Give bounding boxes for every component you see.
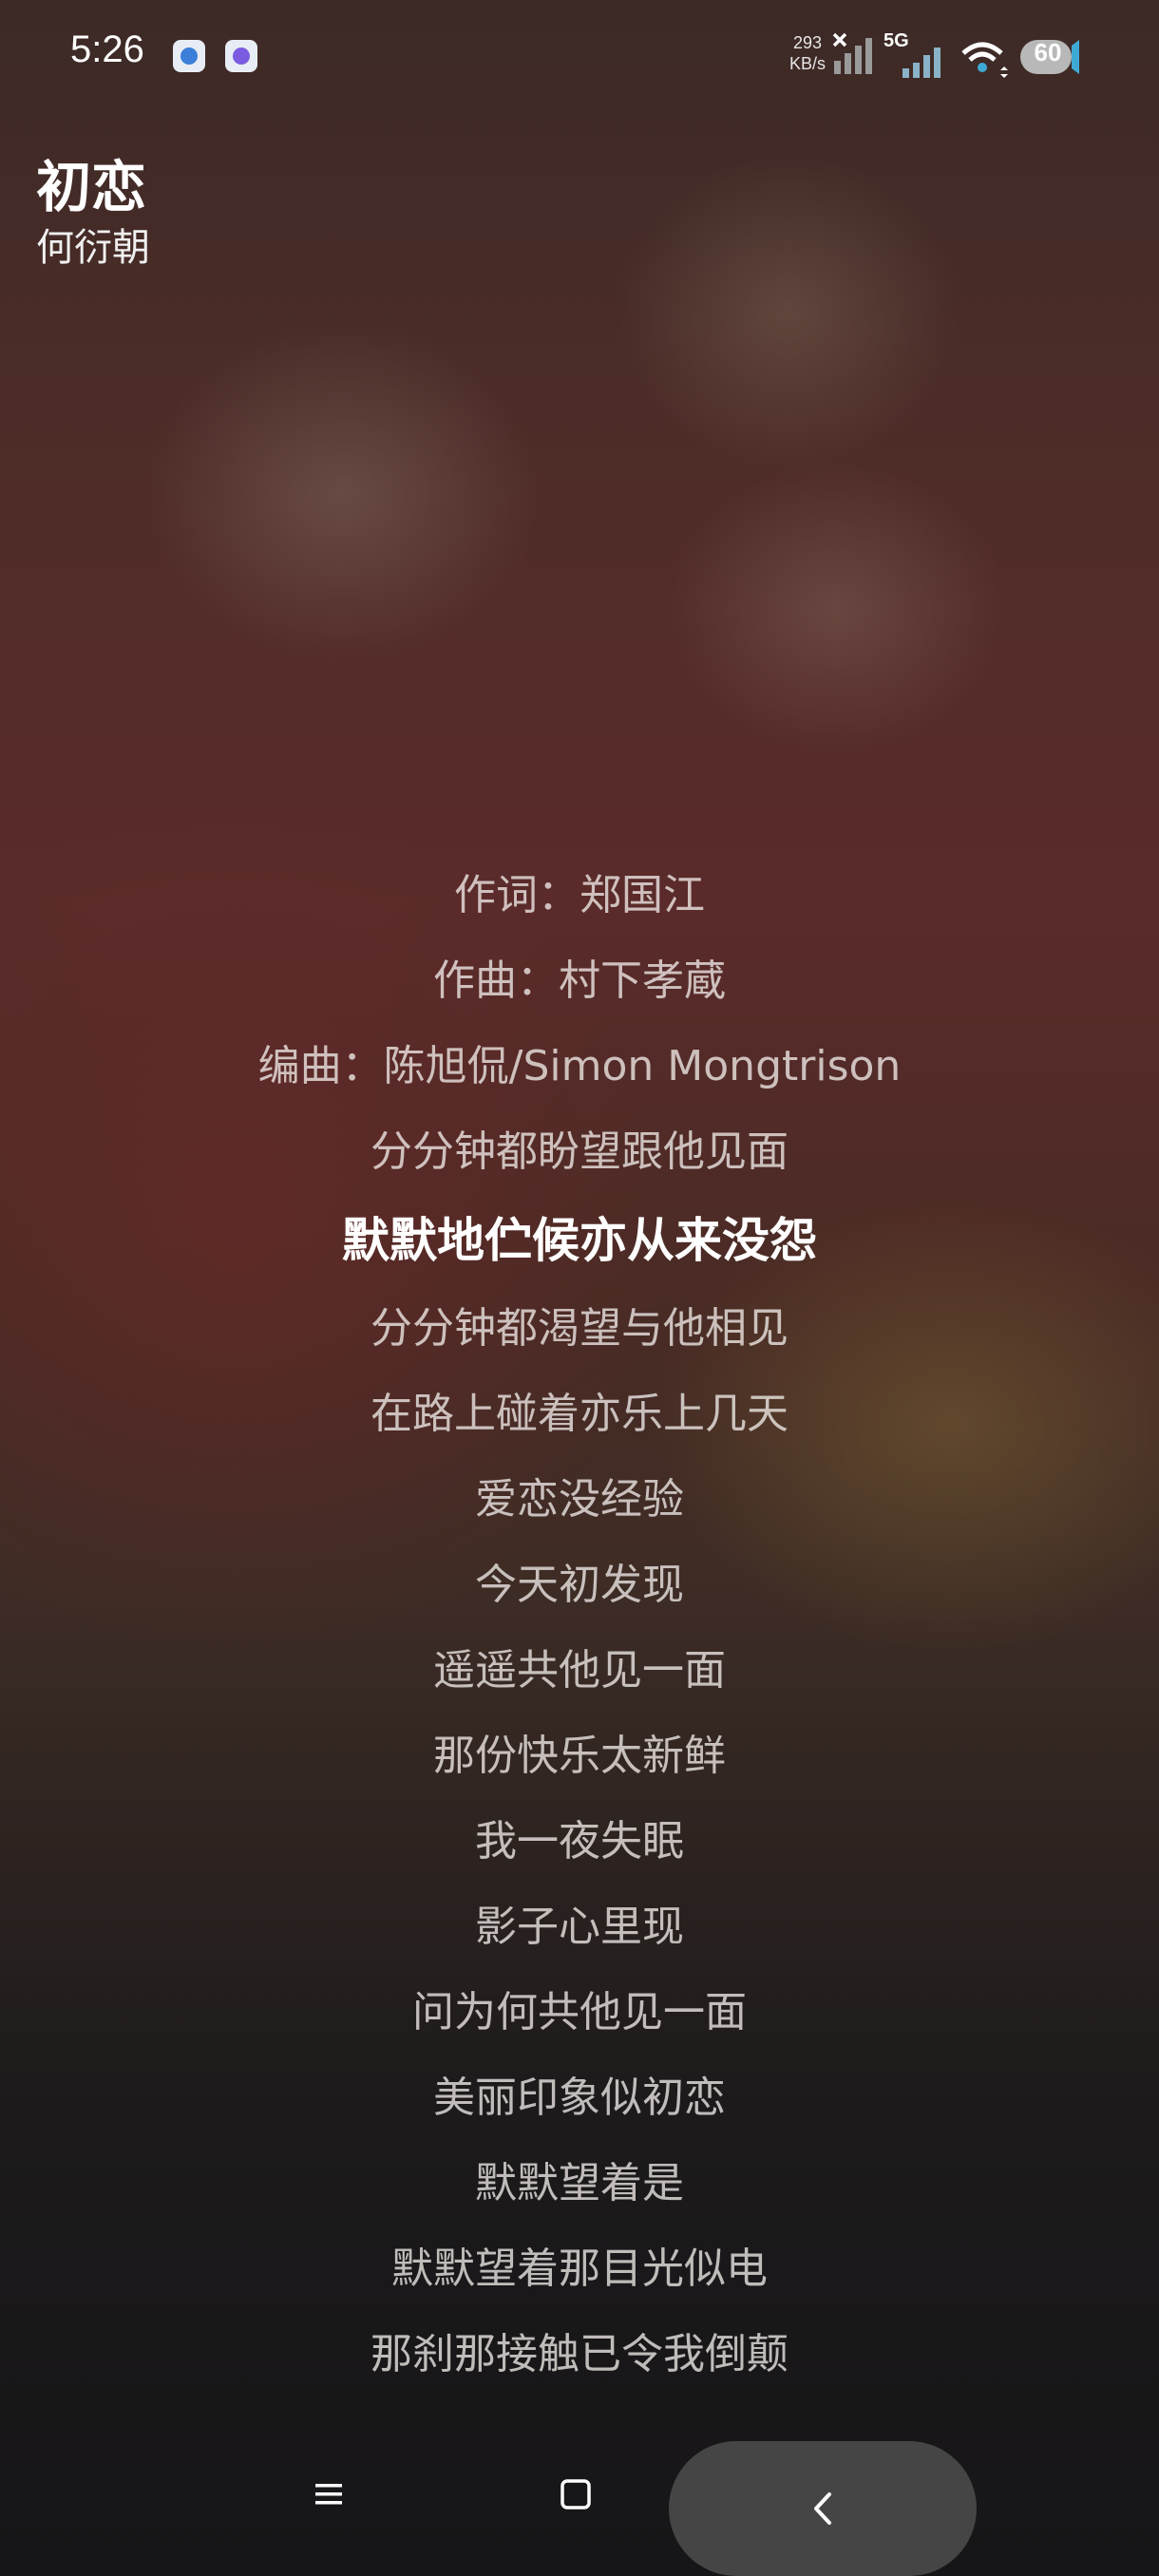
navigation-bar xyxy=(0,2432,1159,2576)
lyric-line-current[interactable]: 默默地伫候亦从来没怨 xyxy=(0,1195,1159,1286)
status-time: 5:26 xyxy=(70,28,144,70)
song-artist[interactable]: 何衍朝 xyxy=(36,217,150,272)
back-icon xyxy=(814,2492,831,2525)
lyric-line[interactable]: 那刹那接触已令我倒颠 xyxy=(0,2312,1159,2397)
lyric-line[interactable]: 分分钟都盼望跟他见面 xyxy=(0,1109,1159,1195)
lyric-line[interactable]: 分分钟都渴望与他相见 xyxy=(0,1286,1159,1372)
lyric-line[interactable]: 爱恋没经验 xyxy=(0,1457,1159,1543)
notification-app-icon-2 xyxy=(225,40,257,72)
status-bar: 5:26 293 KB/s 5G 60 xyxy=(0,0,1159,114)
network-speed: 293 KB/s xyxy=(788,33,826,73)
signal-disabled-icon xyxy=(832,32,872,74)
lyric-line[interactable]: 影子心里现 xyxy=(0,1885,1159,1970)
lyric-line[interactable]: 默默望着那目光似电 xyxy=(0,2226,1159,2312)
lyric-line[interactable]: 遥遥共他见一面 xyxy=(0,1628,1159,1714)
battery-level: 60 xyxy=(1034,38,1062,66)
notification-app-icon xyxy=(173,40,205,72)
lyric-line[interactable]: 编曲：陈旭侃/Simon Mongtrison xyxy=(0,1024,1159,1109)
menu-icon[interactable] xyxy=(300,2466,357,2523)
lyric-line[interactable]: 作曲：村下孝蔵 xyxy=(0,938,1159,1024)
lyric-line[interactable]: 今天初发现 xyxy=(0,1543,1159,1628)
lyric-line[interactable]: 默默望着是 xyxy=(0,2141,1159,2226)
lyric-line[interactable]: 作词：郑国江 xyxy=(0,853,1159,938)
wifi-icon xyxy=(961,42,1008,78)
lyric-line[interactable]: 在路上碰着亦乐上几天 xyxy=(0,1372,1159,1457)
signal-5g-icon xyxy=(902,47,940,78)
lyric-line[interactable]: 我一夜失眠 xyxy=(0,1799,1159,1885)
lyric-line[interactable]: 美丽印象似初恋 xyxy=(0,2055,1159,2141)
lyric-line[interactable]: 问为何共他见一面 xyxy=(0,1970,1159,2055)
lyric-line[interactable]: 那份快乐太新鲜 xyxy=(0,1714,1159,1799)
song-title: 初恋 xyxy=(36,155,147,219)
lyrics-list[interactable]: 作词：郑国江 作曲：村下孝蔵 编曲：陈旭侃/Simon Mongtrison 分分钟都… xyxy=(0,853,1159,2397)
home-icon[interactable] xyxy=(547,2466,604,2523)
back-button[interactable] xyxy=(669,2441,977,2576)
